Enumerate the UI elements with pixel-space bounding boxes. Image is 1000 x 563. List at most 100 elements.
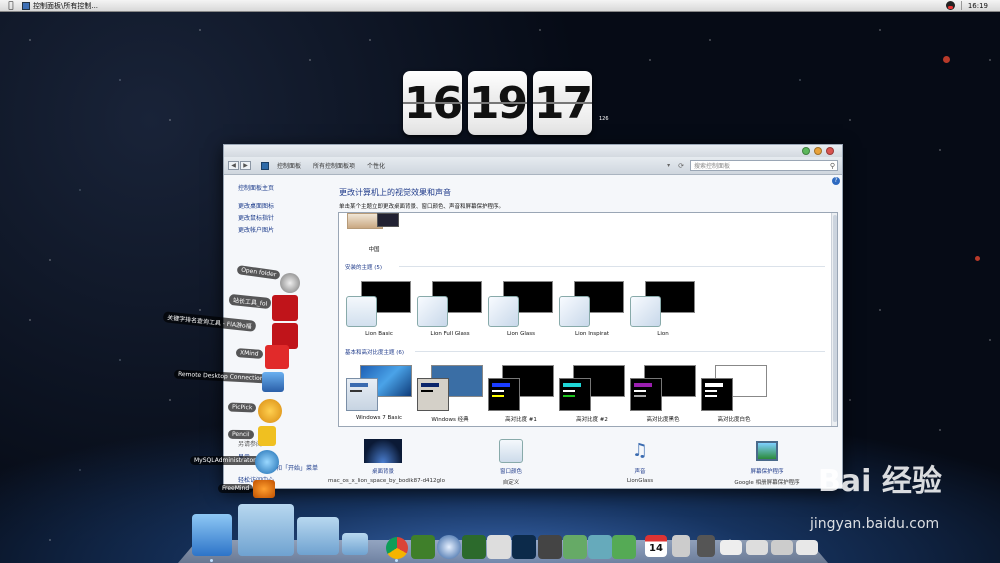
- refresh-icon[interactable]: ⟳: [678, 162, 684, 170]
- dreamweaver-icon[interactable]: [411, 535, 435, 559]
- address-dropdown-icon[interactable]: ▾: [667, 162, 670, 169]
- preview-bar: [705, 383, 723, 387]
- search-input[interactable]: 搜索控制面板 ⚲: [690, 160, 838, 171]
- app-icon[interactable]: [462, 535, 486, 559]
- sounds-setting[interactable]: ♫ 声音 LionGlass: [585, 439, 695, 484]
- theme-label: 高对比度黑色: [646, 417, 680, 423]
- minimized-window-thumbnail[interactable]: [796, 540, 818, 555]
- app-icon[interactable]: [612, 535, 636, 559]
- menubar-clock[interactable]: 16:19: [968, 2, 988, 10]
- link-mouse-pointer[interactable]: 更改鼠标指针: [238, 213, 274, 222]
- search-placeholder: 搜索控制面板: [694, 163, 731, 170]
- mysql-icon[interactable]: [255, 450, 279, 474]
- minimized-window-thumbnail[interactable]: [746, 540, 768, 555]
- window-color-icon: [499, 439, 523, 463]
- link-account-picture[interactable]: 更改帐户图片: [238, 225, 274, 234]
- theme-preview-window: [559, 296, 590, 327]
- remote-desktop-icon[interactable]: [262, 372, 284, 392]
- theme-label: Lion: [657, 331, 669, 337]
- photoshop-icon[interactable]: [512, 535, 536, 559]
- trash-icon[interactable]: [697, 535, 715, 557]
- preview-bar: [421, 383, 439, 387]
- applications-folder-icon[interactable]: [238, 504, 294, 556]
- preview-bar: [350, 390, 362, 392]
- sound-value: LionGlass: [626, 478, 654, 484]
- app-icon[interactable]: [588, 535, 612, 559]
- stack-item-freemind[interactable]: FreeMind: [218, 484, 254, 493]
- desktop-background-setting[interactable]: 桌面背景 mac_os_x_lion_space_by_bodik87-d412…: [328, 439, 445, 484]
- stack-item-picpick[interactable]: PicPick: [227, 402, 257, 413]
- qq-icon[interactable]: [945, 1, 955, 10]
- theme-label: 高对比度白色: [717, 417, 751, 423]
- finder-icon[interactable]: [192, 514, 232, 556]
- screen-saver-setting[interactable]: 屏幕保护程序 Google 相册屏幕保护程序: [712, 439, 822, 486]
- xmind-icon[interactable]: [265, 345, 289, 369]
- breadcrumb-personalization[interactable]: 个性化: [367, 161, 385, 170]
- theme-preview-window: [559, 378, 591, 411]
- app-icon[interactable]: [538, 535, 562, 559]
- page-title: 更改计算机上的视觉效果和声音: [339, 188, 451, 197]
- theme-label: Lion Full Glass: [430, 331, 470, 337]
- preview-bar: [492, 395, 504, 397]
- stack-item-mysql-admin[interactable]: MySQLAdministrator: [190, 456, 260, 465]
- desktop-background-thumbnail: [364, 439, 402, 463]
- preview-bar: [421, 390, 433, 392]
- desktop-background-value: mac_os_x_lion_space_by_bodik87-d412glo: [328, 478, 445, 484]
- pencil-icon[interactable]: [258, 426, 276, 446]
- music-folder-icon[interactable]: [297, 517, 339, 555]
- minimized-window-thumbnail[interactable]: [771, 540, 793, 555]
- app-icon[interactable]: [487, 535, 511, 559]
- calendar-icon[interactable]: 14: [645, 535, 667, 557]
- documents-folder-icon[interactable]: [342, 533, 368, 555]
- calculator-icon[interactable]: [672, 535, 690, 557]
- flash-icon[interactable]: [272, 295, 298, 321]
- personalization-window: ◀ ▶ 控制面板 所有控制面板项 个性化 ▾ ⟳ 搜索控制面板 ⚲ 控制面板主页…: [223, 144, 843, 489]
- minimized-window-thumbnail[interactable]: [720, 540, 742, 555]
- record-dot-icon: [975, 256, 980, 261]
- preview-bar: [705, 395, 717, 397]
- preview-bar: [634, 395, 646, 397]
- stack-item-xmind[interactable]: XMind: [235, 348, 263, 359]
- minimize-button[interactable]: [814, 147, 822, 155]
- theme-label: Lion Inspirat: [575, 331, 609, 337]
- link-desktop-icons[interactable]: 更改桌面图标: [238, 201, 274, 210]
- sound-title: 声音: [634, 469, 646, 475]
- app-title[interactable]: 控制面板\所有控制...: [33, 1, 98, 11]
- evernote-icon[interactable]: [563, 535, 587, 559]
- help-icon[interactable]: ?: [832, 177, 840, 185]
- theme-preview-window: [630, 378, 662, 411]
- forward-button[interactable]: ▶: [240, 161, 251, 170]
- freemind-icon[interactable]: [253, 480, 275, 498]
- thunderbird-icon[interactable]: [437, 535, 461, 559]
- back-button[interactable]: ◀: [228, 161, 239, 170]
- theme-label: 高对比度 #2: [576, 417, 608, 423]
- window-color-setting[interactable]: 窗口颜色 自定义: [456, 439, 566, 486]
- stack-item-pencil[interactable]: Pencil: [227, 429, 254, 440]
- theme-label: Windows 经典: [431, 417, 469, 423]
- maximize-button[interactable]: [802, 147, 810, 155]
- apple-menu-icon[interactable]: : [0, 1, 22, 11]
- clock-hour: 16: [403, 71, 463, 135]
- theme-label: 高对比度 #1: [505, 417, 537, 423]
- open-folder-icon[interactable]: [280, 273, 300, 293]
- close-button[interactable]: [826, 147, 834, 155]
- link-control-panel-home[interactable]: 控制面板主页: [238, 183, 274, 192]
- theme-label: Lion Basic: [365, 331, 393, 337]
- menubar-divider: [960, 1, 962, 10]
- picpick-icon[interactable]: [258, 399, 282, 423]
- window-titlebar[interactable]: [224, 145, 842, 157]
- scrollbar-thumb[interactable]: [833, 215, 837, 422]
- chrome-icon[interactable]: [386, 537, 408, 559]
- running-indicator: [210, 559, 213, 562]
- menu-bar:  控制面板\所有控制... 16:19: [0, 0, 1000, 12]
- breadcrumb-control-panel[interactable]: 控制面板: [277, 161, 301, 170]
- running-indicator: [395, 559, 398, 562]
- baidu-jingyan-watermark: Bai 经验 jingyan.baidu.com: [810, 450, 990, 540]
- theme-preview-window: [488, 378, 520, 411]
- search-icon[interactable]: ⚲: [830, 162, 835, 170]
- preview-bar: [492, 383, 510, 387]
- watermark-brand: Bai 经验: [818, 464, 942, 499]
- address-toolbar: ◀ ▶ 控制面板 所有控制面板项 个性化 ▾ ⟳ 搜索控制面板 ⚲: [224, 157, 842, 175]
- theme-scrollbar[interactable]: [831, 213, 837, 426]
- breadcrumb-all-items[interactable]: 所有控制面板项: [313, 161, 355, 170]
